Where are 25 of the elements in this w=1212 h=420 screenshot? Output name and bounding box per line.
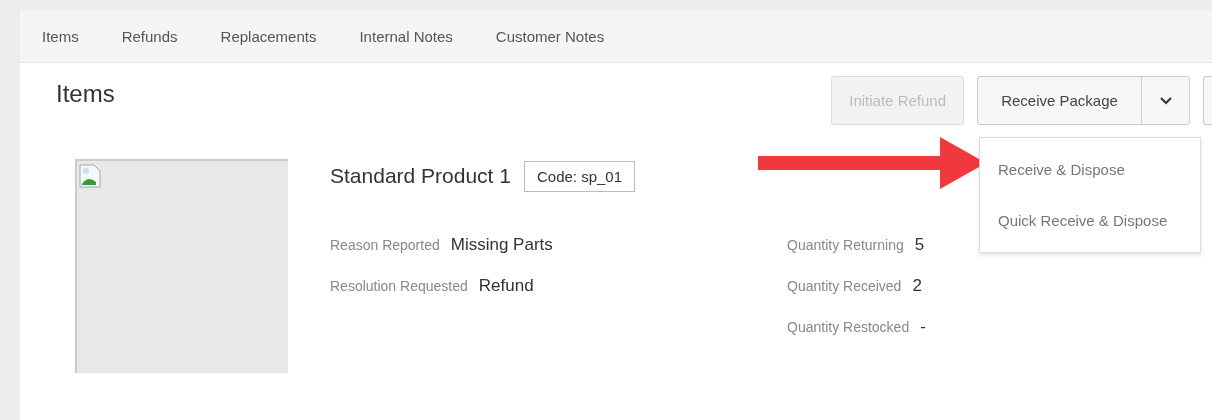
broken-image-icon (79, 164, 101, 188)
tab[interactable]: Internal Notes (359, 23, 453, 49)
field-value: 2 (912, 275, 922, 296)
tab[interactable]: Refunds (121, 23, 178, 49)
field-label: Quantity Returning (787, 236, 904, 253)
field-label: Quantity Received (787, 277, 902, 294)
dropdown-toggle[interactable] (1141, 76, 1190, 125)
field-value: 5 (914, 234, 925, 255)
tab[interactable]: Replacements (220, 23, 317, 49)
field-label: Quantity Restocked (787, 318, 910, 335)
field-label: Resolution Requested (330, 277, 468, 294)
receive-package-button[interactable]: Receive Package (977, 76, 1142, 125)
overflow-button[interactable] (1203, 76, 1212, 125)
product-code: Code: sp_01 (523, 160, 636, 192)
field-label: Reason Reported (330, 236, 440, 253)
tab[interactable]: Items (42, 23, 79, 49)
field-value: Missing Parts (450, 234, 553, 255)
section-title: Items (56, 79, 115, 108)
menu-item[interactable]: Receive & Dispose (980, 144, 1200, 195)
field-value: Refund (478, 275, 534, 296)
chevron-down-icon (1159, 96, 1172, 105)
tab[interactable]: Customer Notes (495, 23, 605, 49)
product-name: Standard Product 1 (330, 164, 511, 188)
menu-item[interactable]: Quick Receive & Dispose (980, 195, 1200, 246)
field-value: - (920, 316, 926, 337)
